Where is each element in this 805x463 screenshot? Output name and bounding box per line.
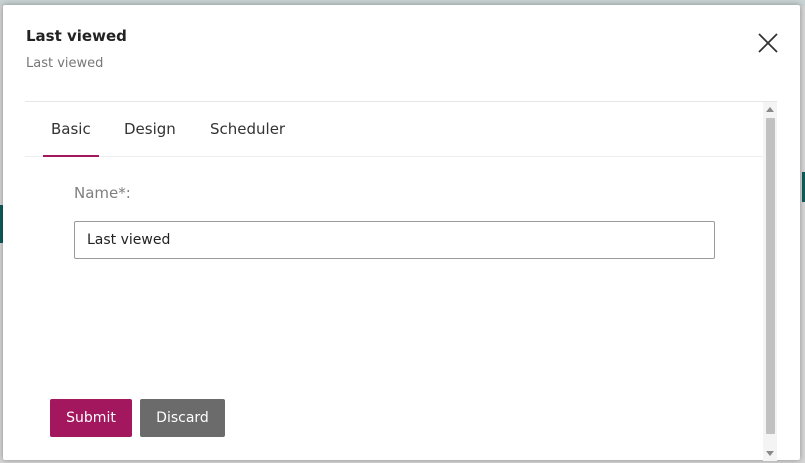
close-icon-glyph <box>758 33 778 53</box>
dialog-title: Last viewed <box>26 27 127 45</box>
tab-bar: Basic Design Scheduler <box>25 102 763 157</box>
name-input[interactable] <box>74 221 715 259</box>
dialog-subtitle: Last viewed <box>26 56 104 71</box>
dialog-content: Basic Design Scheduler Name*: Submit Dis… <box>25 101 777 461</box>
tab-design[interactable]: Design <box>124 120 176 138</box>
name-label: Name*: <box>74 184 131 202</box>
modal-dialog: Last viewed Last viewed Basic Design Sch… <box>3 5 800 461</box>
close-icon[interactable] <box>755 30 781 56</box>
scrollbar[interactable] <box>763 102 777 461</box>
scroll-down-icon[interactable] <box>766 451 774 456</box>
scroll-up-icon[interactable] <box>766 107 774 112</box>
scroll-thumb[interactable] <box>766 118 775 434</box>
tab-basic[interactable]: Basic <box>43 120 99 157</box>
submit-button[interactable]: Submit <box>50 399 132 437</box>
tab-scheduler[interactable]: Scheduler <box>210 120 285 138</box>
discard-button[interactable]: Discard <box>140 399 225 437</box>
